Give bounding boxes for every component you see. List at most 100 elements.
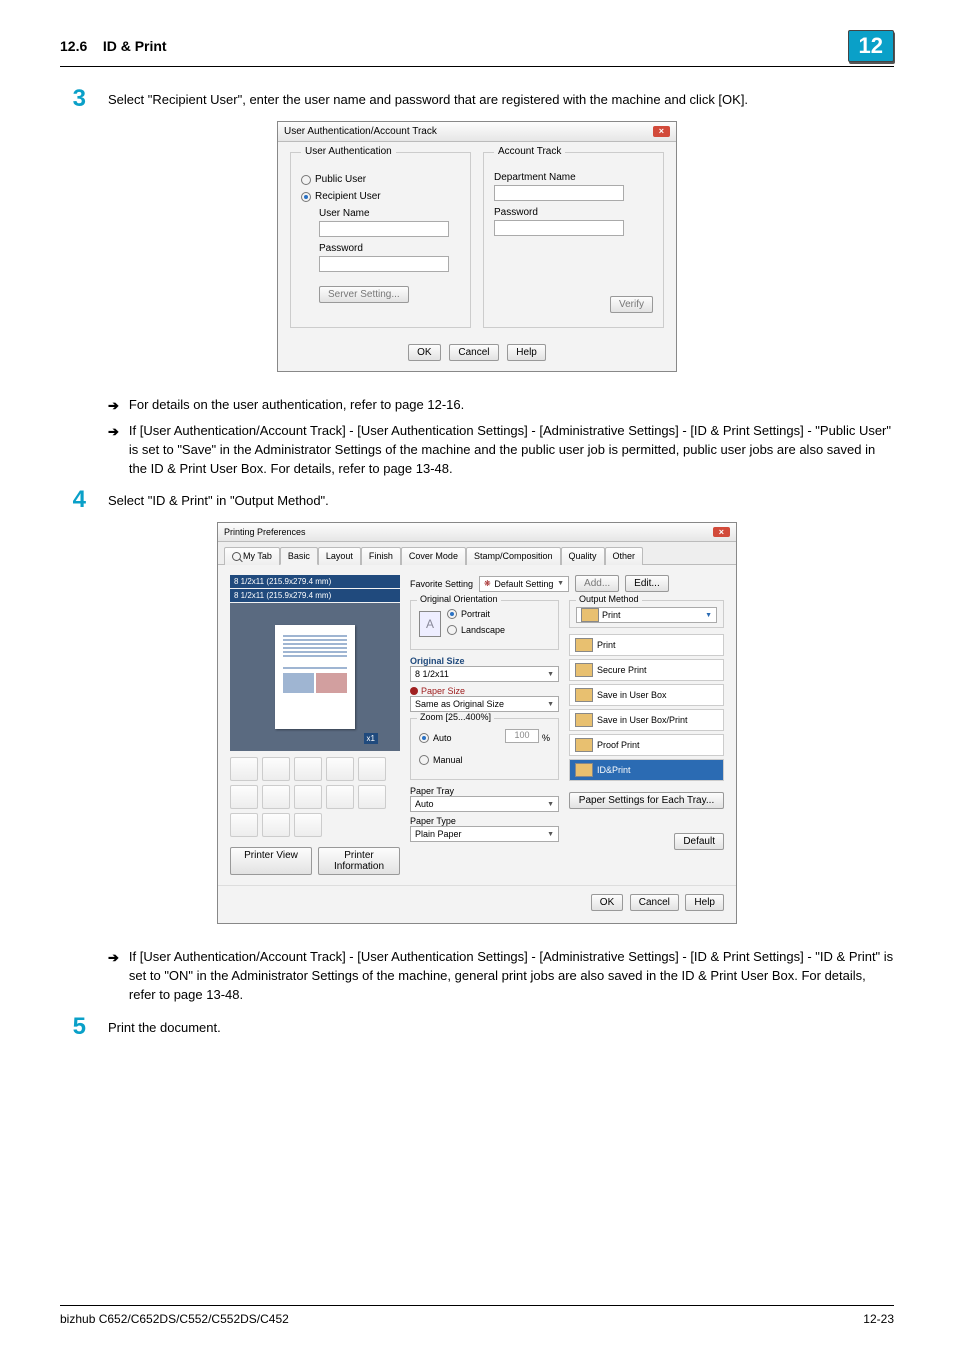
portrait-radio[interactable]: Portrait [447,609,505,619]
step-4-number: 4 [60,488,86,512]
section-number: 12.6 [60,38,87,54]
printer-view-button[interactable]: Printer View [230,847,312,875]
step-5-number: 5 [60,1015,86,1039]
tab-finish[interactable]: Finish [361,547,401,565]
printing-preferences-dialog: Printing Preferences × My Tab Basic Layo… [217,522,737,924]
original-size-dropdown[interactable]: 8 1/2x11▼ [410,666,559,682]
layout-icon[interactable] [294,757,322,781]
footer-model: bizhub C652/C652DS/C552/C552DS/C452 [60,1312,289,1326]
tab-mytab[interactable]: My Tab [224,547,280,565]
password2-label: Password [494,207,653,218]
public-user-radio[interactable]: Public User [301,174,460,185]
account-track-group: Account Track [494,146,565,157]
output-method-dropdown[interactable]: Print▼ [576,607,717,623]
preview-area: x1 [230,603,400,751]
user-name-label: User Name [319,208,460,219]
paper-type-dropdown[interactable]: Plain Paper▼ [410,826,559,842]
tab-other[interactable]: Other [605,547,644,565]
output-savebox[interactable]: Save in User Box [569,684,724,706]
user-auth-group: User Authentication [301,146,396,157]
paper-settings-button[interactable]: Paper Settings for Each Tray... [569,792,724,809]
zoom-manual-radio[interactable]: Manual [419,755,550,765]
output-saveprint[interactable]: Save in User Box/Print [569,709,724,731]
tab-basic[interactable]: Basic [280,547,318,565]
default-button[interactable]: Default [674,833,724,850]
printer-info-button[interactable]: Printer Information [318,847,400,875]
tab-stamp[interactable]: Stamp/Composition [466,547,561,565]
prefs-dialog-title: Printing Preferences [224,527,306,537]
layout-icon[interactable] [262,813,290,837]
step-3-bullet-2: If [User Authentication/Account Track] -… [129,422,894,479]
tab-quality[interactable]: Quality [561,547,605,565]
layout-icon[interactable] [326,757,354,781]
tab-layout[interactable]: Layout [318,547,361,565]
orientation-group: Original Orientation [417,594,501,604]
ok-button[interactable]: OK [408,344,440,361]
close-icon[interactable]: × [713,527,730,537]
layout-icon[interactable] [230,785,258,809]
step-4-bullet-1: If [User Authentication/Account Track] -… [129,948,894,1005]
password2-field[interactable] [494,220,624,236]
zoom-value[interactable]: 100 [505,729,539,743]
ok-button[interactable]: OK [591,894,623,911]
step-3-number: 3 [60,87,86,111]
recipient-user-radio[interactable]: Recipient User [301,191,460,202]
user-name-field[interactable] [319,221,449,237]
favorite-dropdown[interactable]: ❋ Default Setting▼ [479,576,569,592]
help-button[interactable]: Help [685,894,724,911]
department-name-label: Department Name [494,172,653,183]
layout-icon[interactable] [358,785,386,809]
output-idprint[interactable]: ID&Print [569,759,724,781]
server-setting-button[interactable]: Server Setting... [319,286,409,303]
chapter-badge: 12 [848,30,894,62]
tab-cover[interactable]: Cover Mode [401,547,466,565]
paper-size-dropdown[interactable]: Same as Original Size▼ [410,696,559,712]
layout-icon[interactable] [294,785,322,809]
verify-button[interactable]: Verify [610,296,653,313]
cancel-button[interactable]: Cancel [449,344,498,361]
password-field[interactable] [319,256,449,272]
auth-dialog-title: User Authentication/Account Track [284,126,437,137]
paper-tray-dropdown[interactable]: Auto▼ [410,796,559,812]
original-size-label: Original Size [410,656,559,666]
favorite-label: Favorite Setting [410,579,473,589]
layout-icon[interactable] [358,757,386,781]
cancel-button[interactable]: Cancel [630,894,679,911]
output-secure[interactable]: Secure Print [569,659,724,681]
search-icon [232,552,241,561]
preview-size-2: 8 1/2x11 (215.9x279.4 mm) [230,589,400,602]
section-title: ID & Print [103,38,167,54]
layout-icon[interactable] [230,813,258,837]
layout-icon[interactable] [262,757,290,781]
layout-icon[interactable] [294,813,322,837]
output-print[interactable]: Print [569,634,724,656]
auth-dialog: User Authentication/Account Track × User… [277,121,677,372]
preview-size-1: 8 1/2x11 (215.9x279.4 mm) [230,575,400,588]
add-button[interactable]: Add... [575,575,619,592]
chevron-down-icon: ▼ [557,580,564,587]
step-3-bullet-1: For details on the user authentication, … [129,396,464,416]
output-proof[interactable]: Proof Print [569,734,724,756]
footer-page: 12-23 [863,1312,894,1326]
arrow-icon: ➔ [108,397,119,416]
step-3-text: Select "Recipient User", enter the user … [108,91,894,110]
zoom-auto-radio[interactable]: Auto 100 % [419,727,550,749]
close-icon[interactable]: × [653,126,670,137]
page-footer: bizhub C652/C652DS/C552/C552DS/C452 12-2… [60,1305,894,1326]
edit-button[interactable]: Edit... [625,575,669,592]
tabs-row: My Tab Basic Layout Finish Cover Mode St… [218,542,736,565]
password-label: Password [319,243,460,254]
layout-icon[interactable] [262,785,290,809]
layout-icon[interactable] [230,757,258,781]
paper-tray-label: Paper Tray [410,786,559,796]
step-5-text: Print the document. [108,1019,894,1038]
paper-type-label: Paper Type [410,816,559,826]
department-name-field[interactable] [494,185,624,201]
output-method-group: Output Method [576,594,642,604]
person-icon [410,687,418,695]
page-header: 12.6 ID & Print 12 [60,30,894,67]
layout-icon[interactable] [326,785,354,809]
orientation-icon: A [419,611,441,637]
help-button[interactable]: Help [507,344,546,361]
landscape-radio[interactable]: Landscape [447,625,505,635]
